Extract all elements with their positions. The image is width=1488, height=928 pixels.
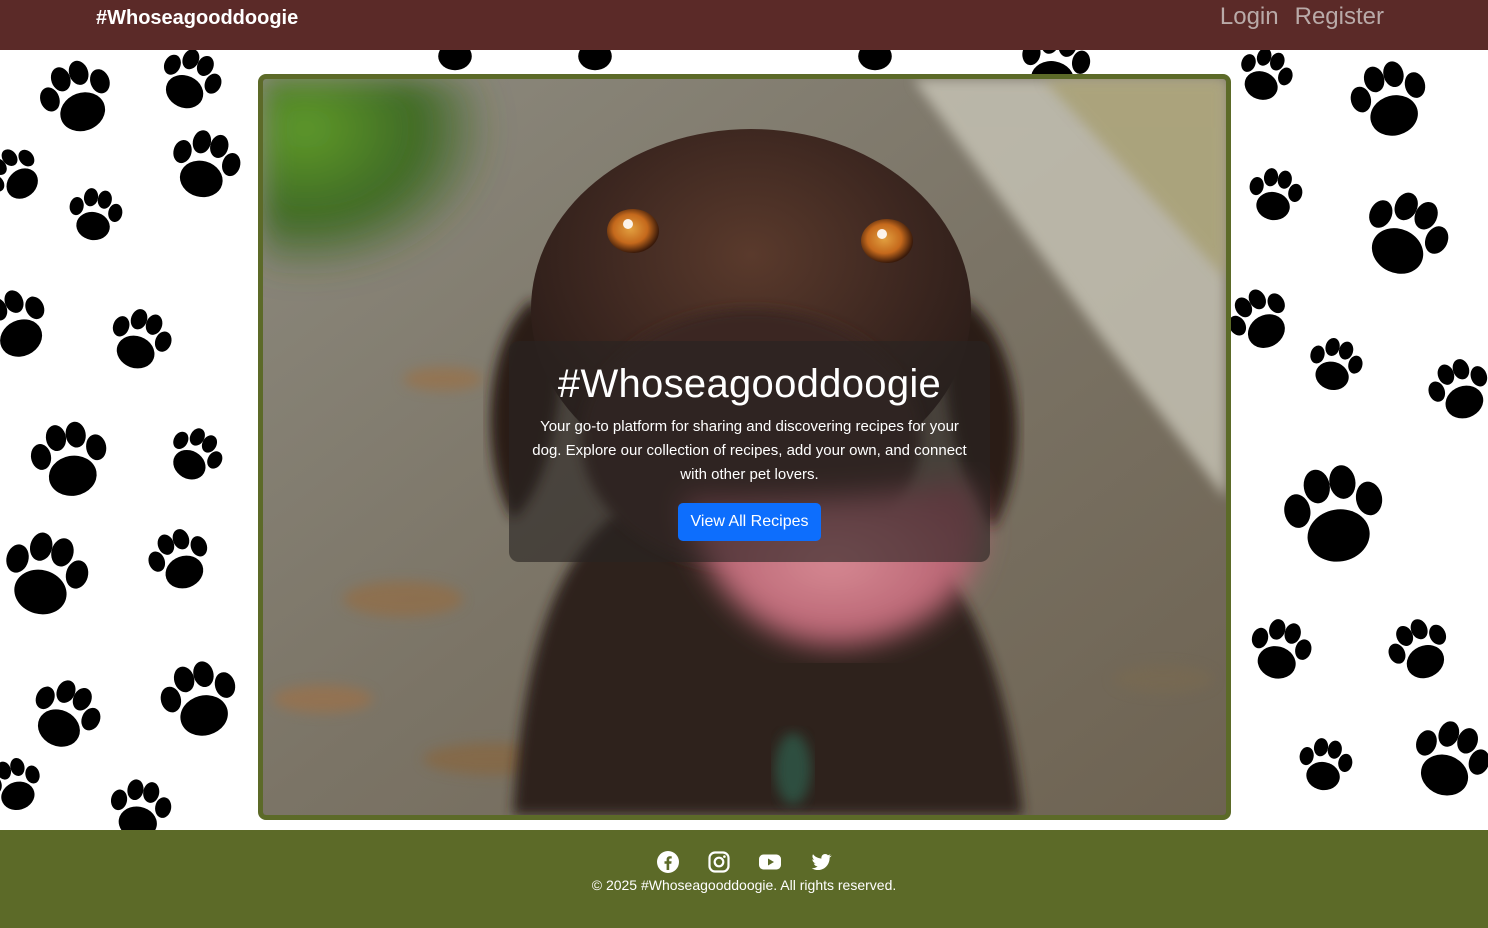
twitter-icon[interactable] [809,850,833,874]
paw-print-icon [1234,154,1315,235]
paw-print-icon [150,110,260,220]
paw-print-icon [129,509,232,612]
paw-print-icon [1367,597,1473,703]
footer: © 2025 #Whoseagooddoogie. All rights res… [0,830,1488,928]
paw-print-icon [0,508,112,643]
paw-print-icon [1260,440,1411,591]
view-all-recipes-button[interactable]: View All Recipes [677,503,822,541]
youtube-icon[interactable] [758,850,782,874]
paw-print-icon [54,174,135,255]
paw-print-icon [17,50,139,158]
paw-print-icon [147,407,243,503]
social-links [0,850,1488,874]
paw-print-icon [1231,601,1329,699]
paw-print-icon [1220,50,1310,120]
top-navbar: #Whoseagooddoogie Login Register [0,0,1488,50]
hero-overlay: #Whoseagooddoogie Your go-to platform fo… [509,341,990,562]
paw-print-icon [1409,339,1488,442]
paw-print-icon [12,402,128,518]
instagram-icon[interactable] [707,850,731,874]
hero-title: #Whoseagooddoogie [557,362,942,406]
login-link[interactable]: Login [1220,2,1279,32]
paw-print-icon [89,289,192,392]
paw-print-icon [94,764,187,830]
register-link[interactable]: Register [1295,2,1384,32]
copyright-text: © 2025 #Whoseagooddoogie. All rights res… [591,877,897,893]
brand-link[interactable]: #Whoseagooddoogie [96,6,298,30]
paw-print-icon [139,639,261,761]
paw-print-icon [1386,696,1488,824]
hero-card: #Whoseagooddoogie Your go-to platform fo… [258,74,1231,820]
paw-print-icon [0,265,75,385]
facebook-icon[interactable] [656,850,680,874]
paw-print-icon [1332,162,1478,308]
hero-description: Your go-to platform for sharing and disc… [532,418,967,483]
nav-links: Login Register [1220,2,1384,32]
paw-print-icon [1329,50,1451,161]
paw-print-icon [1284,724,1365,805]
